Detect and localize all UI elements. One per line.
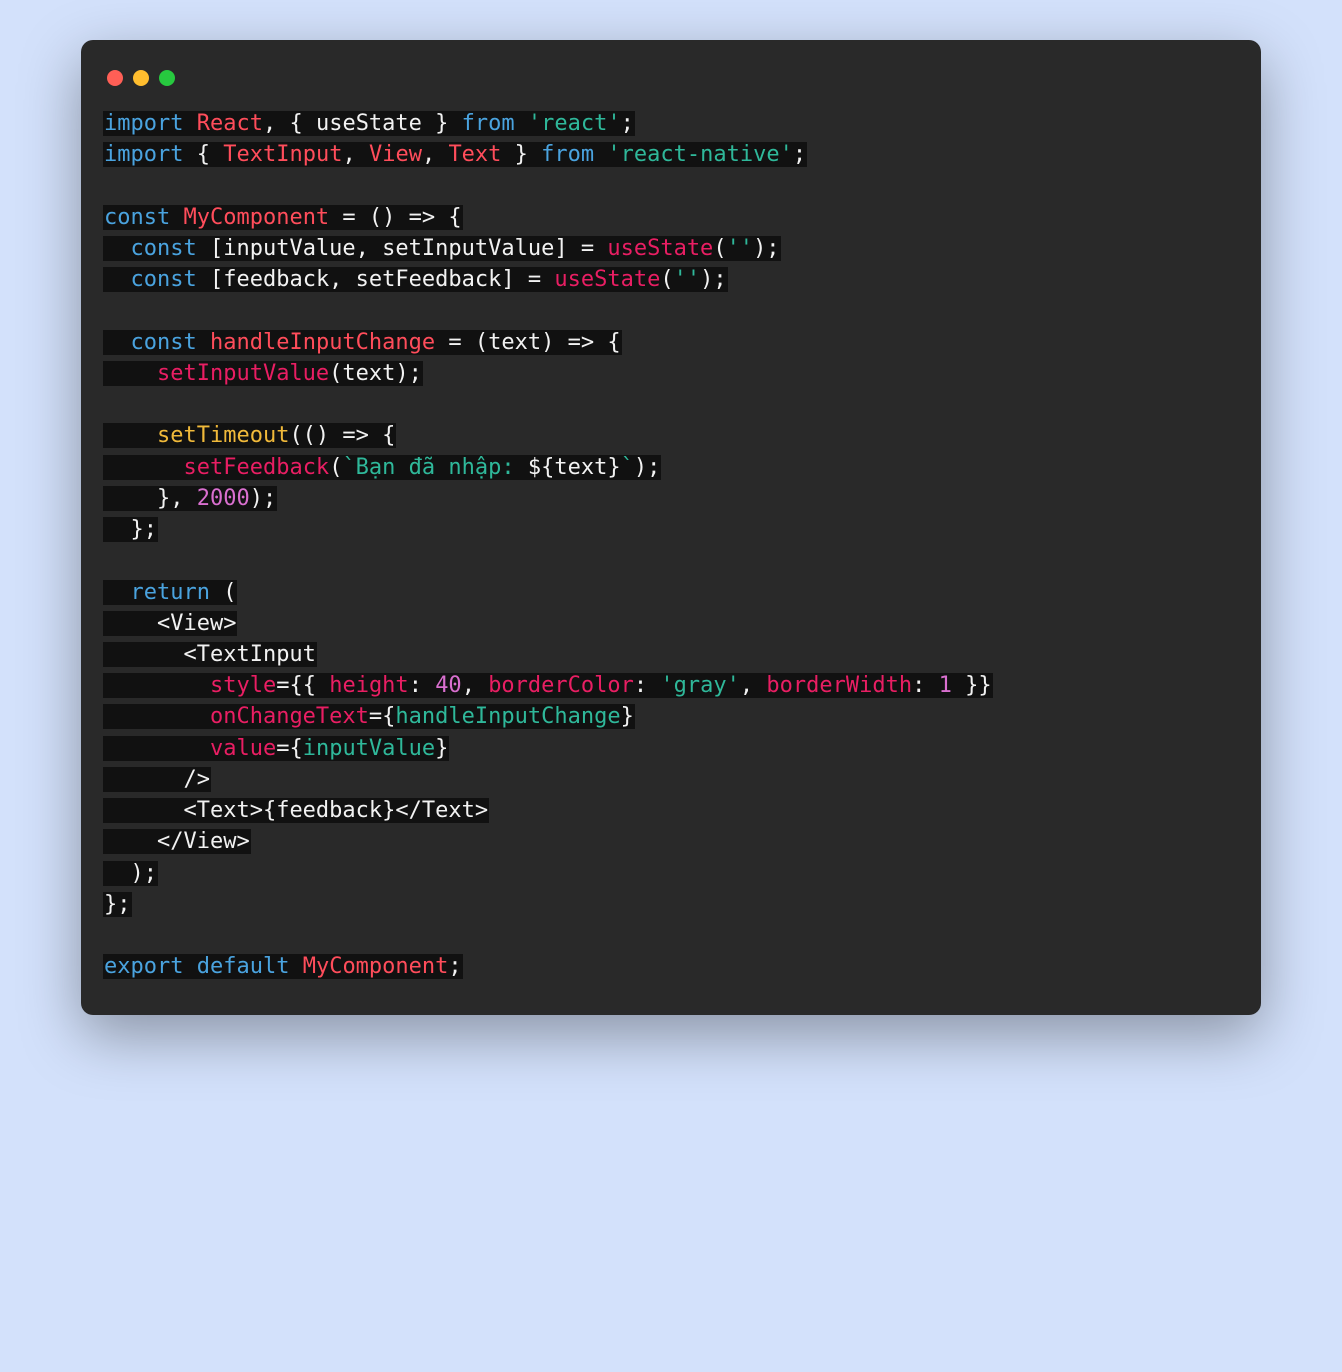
code-line: setTimeout(() => {	[103, 420, 1239, 451]
code-line: onChangeText={handleInputChange}	[103, 701, 1239, 732]
code-line: </View>	[103, 826, 1239, 857]
code-line: const MyComponent = () => {	[103, 202, 1239, 233]
code-line: />	[103, 764, 1239, 795]
code-line: setFeedback(`Bạn đã nhập: ${text}`);	[103, 452, 1239, 483]
code-line: value={inputValue}	[103, 733, 1239, 764]
code-line: setInputValue(text);	[103, 358, 1239, 389]
code-line: import { TextInput, View, Text } from 'r…	[103, 139, 1239, 170]
code-line: <View>	[103, 608, 1239, 639]
code-line: return (	[103, 577, 1239, 608]
code-line	[103, 295, 1239, 326]
code-window: import React, { useState } from 'react';…	[81, 40, 1261, 1015]
code-editor[interactable]: import React, { useState } from 'react';…	[103, 108, 1239, 983]
code-line: const [feedback, setFeedback] = useState…	[103, 264, 1239, 295]
code-line	[103, 389, 1239, 420]
code-line: const handleInputChange = (text) => {	[103, 327, 1239, 358]
code-line: const [inputValue, setInputValue] = useS…	[103, 233, 1239, 264]
code-line: };	[103, 889, 1239, 920]
close-icon[interactable]	[107, 70, 123, 86]
code-line: }, 2000);	[103, 483, 1239, 514]
code-line: );	[103, 858, 1239, 889]
maximize-icon[interactable]	[159, 70, 175, 86]
code-line: <TextInput	[103, 639, 1239, 670]
code-line	[103, 170, 1239, 201]
code-line: style={{ height: 40, borderColor: 'gray'…	[103, 670, 1239, 701]
code-line: };	[103, 514, 1239, 545]
code-line	[103, 545, 1239, 576]
code-line: import React, { useState } from 'react';	[103, 108, 1239, 139]
code-line: <Text>{feedback}</Text>	[103, 795, 1239, 826]
code-line: export default MyComponent;	[103, 951, 1239, 982]
minimize-icon[interactable]	[133, 70, 149, 86]
code-line	[103, 920, 1239, 951]
window-titlebar	[103, 64, 1239, 108]
